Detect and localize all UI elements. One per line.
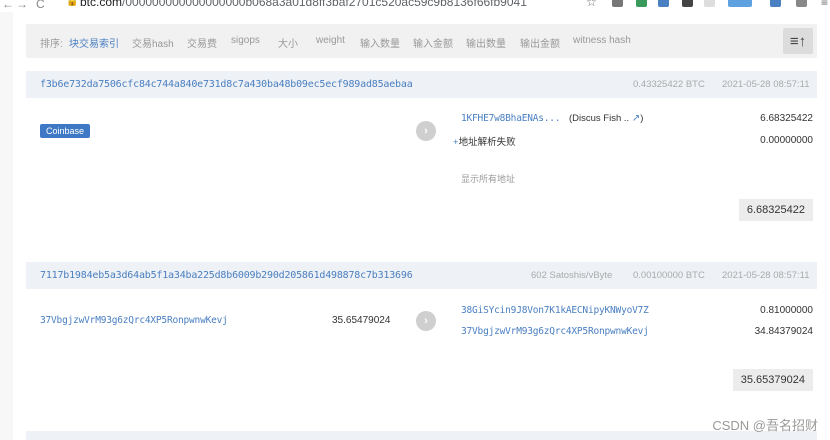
extension-dark-icon[interactable] [682,0,693,7]
tx-total: 6.68325422 [738,199,813,221]
output-value: 34.84379024 [754,326,813,337]
forward-icon[interactable]: → [16,0,28,11]
external-link-icon[interactable]: ↗ [632,113,640,124]
sort-direction-button[interactable]: ≡↑ [783,28,813,54]
address-bar[interactable]: btc.com/000000000000000000b068a3a01d8ff3… [80,0,527,9]
output-address-link[interactable]: 38GiSYcin9J8Von7K1kAECNipyKNWyoV7Z [461,305,649,316]
pool-tag-close: ) [640,113,644,124]
back-icon[interactable]: ← [2,0,14,11]
show-all-addresses-link[interactable]: 显示所有地址 [461,172,515,185]
pool-tag: (Discus Fish .. ↗) [569,113,643,124]
browser-toolbar: ← → C 🔒 btc.com/000000000000000000b068a3… [0,0,830,12]
left-page-margin [0,12,13,440]
browser-menu-icon[interactable]: ≡ [821,0,828,9]
arrow-right-icon: › [416,311,436,331]
reload-icon[interactable]: C [36,0,45,11]
sort-direction-icon: ≡↑ [789,32,807,50]
coinbase-badge: Coinbase [40,124,91,138]
input-value: 35.65479024 [332,315,391,326]
bookmark-star-icon[interactable]: ☆ [586,0,597,9]
sort-input-count[interactable]: 输入数量 [360,35,400,50]
tx-header: 7117b1984eb5a3d64ab5f1a34ba225d8b6009b29… [26,262,817,289]
extension-blue-icon[interactable] [770,0,781,7]
lock-icon: 🔒 [66,0,79,7]
sort-output-count[interactable]: 输出数量 [466,35,506,50]
sort-sigops[interactable]: sigops [231,35,260,46]
sort-filter-bar: 排序: 块交易索引 交易hash 交易费 sigops 大小 weight 输入… [26,24,817,58]
sort-size[interactable]: 大小 [278,35,298,50]
address-parse-failed: 地址解析失败 [458,137,516,148]
input-address-link[interactable]: 37VbgjzwVrM93g6zQrc4XP5RonpwnwKevj [40,315,228,326]
tx-amount: 0.00100000 BTC [633,270,705,281]
extension-puzzle-icon[interactable] [796,0,807,7]
sort-witness-hash[interactable]: witness hash [573,35,631,46]
pool-tag-text: (Discus Fish .. [569,113,630,124]
output-value: 0.81000000 [760,305,813,316]
extension-play-icon[interactable] [612,0,623,7]
sort-tx-hash[interactable]: 交易hash [132,35,174,50]
output-value: 0.00000000 [760,135,813,146]
sort-output-amount[interactable]: 输出金额 [520,35,560,50]
tx-hash-link[interactable]: 7117b1984eb5a3d64ab5f1a34ba225d8b6009b29… [40,270,413,281]
output-address-link[interactable]: 37VbgjzwVrM93g6zQrc4XP5RonpwnwKevj [461,326,649,337]
url-path: /000000000000000000b068a3a01d8ff3baf2701… [122,0,527,9]
csdn-watermark: CSDN @吾名招财 [712,418,818,433]
extension-gray-icon[interactable] [704,0,715,7]
tx-total: 35.65379024 [732,369,813,391]
tx-total-value: 6.68325422 [746,204,805,216]
tx-header: f3b6e732da7506cfc84c744a840e731d8c7a430b… [26,71,817,98]
sort-tx-fee[interactable]: 交易费 [187,35,217,50]
tx-total-value: 35.65379024 [740,374,805,386]
sort-input-amount[interactable]: 输入金额 [413,35,453,50]
extension-translate-icon[interactable] [658,0,669,7]
url-host: btc.com [80,0,123,9]
next-tx-header [26,431,817,440]
output-value: 6.68325422 [760,113,813,124]
sort-weight[interactable]: weight [316,35,345,46]
sort-label: 排序: [40,39,63,50]
tx-fee-rate: 602 Satoshis/vByte [531,270,613,281]
tx-time: 2021-05-28 08:57:11 [722,79,810,90]
extension-s-icon[interactable] [636,0,647,7]
tx-body: Coinbase › 1KFHE7w8BhaENAs... (Discus Fi… [26,98,817,228]
sort-block-tx-index[interactable]: 块交易索引 [69,35,119,50]
output-address-unparsed: +地址解析失败 [453,134,516,148]
arrow-right-icon: › [416,121,436,141]
tx-body: 37VbgjzwVrM93g6zQrc4XP5RonpwnwKevj 35.65… [26,289,817,399]
tx-time: 2021-05-28 08:57:11 [722,270,810,281]
tx-amount: 0.43325422 BTC [633,79,705,90]
tx-hash-link[interactable]: f3b6e732da7506cfc84c744a840e731d8c7a430b… [40,79,413,90]
extension-color-icon[interactable] [728,0,752,7]
output-address-link[interactable]: 1KFHE7w8BhaENAs... [461,113,561,124]
